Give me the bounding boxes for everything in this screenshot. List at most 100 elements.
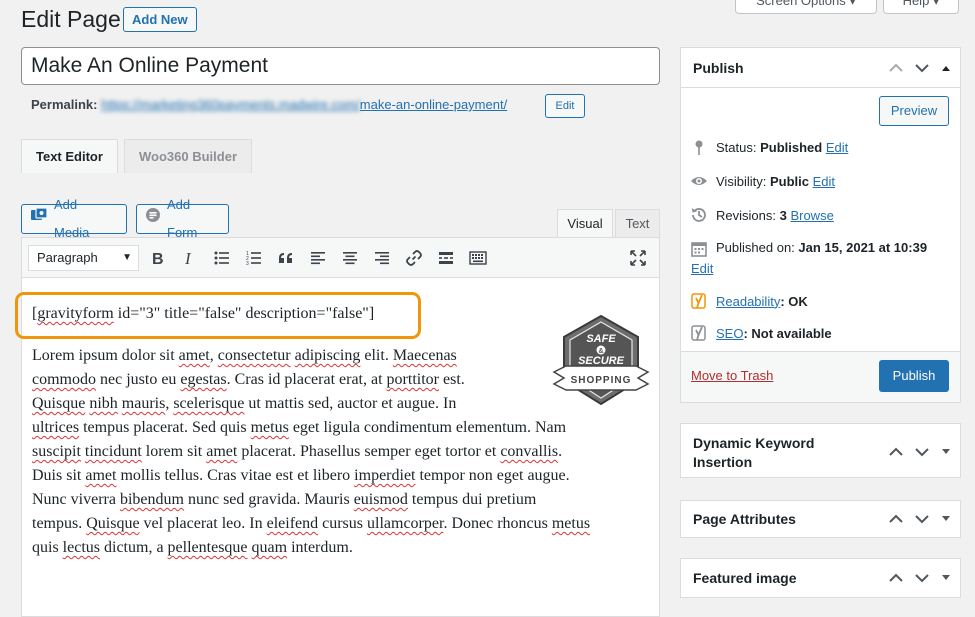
visibility-edit-link[interactable]: Edit (813, 174, 835, 189)
dynamic-keyword-box: Dynamic Keyword Insertion (680, 423, 961, 478)
move-down-icon[interactable] (914, 63, 930, 73)
permalink-row: Permalink: https://marketing360payments.… (31, 97, 507, 112)
spellcheck-word: amet (206, 443, 238, 460)
blockquote-icon[interactable] (276, 248, 296, 268)
spellcheck-word: mauris (121, 395, 166, 412)
numbered-list-icon[interactable]: 123 (244, 248, 264, 268)
screen-options-tab[interactable]: Screen Options ▾ (735, 0, 877, 14)
toggle-panel-down-icon[interactable] (940, 574, 952, 582)
add-form-button[interactable]: Add Form (136, 197, 229, 240)
align-right-icon[interactable] (372, 248, 392, 268)
spellcheck-word: consectetur (217, 347, 291, 364)
toggle-panel-down-icon[interactable] (940, 448, 952, 456)
move-down-icon[interactable] (914, 447, 930, 457)
toggle-panel-down-icon[interactable] (940, 515, 952, 523)
align-left-icon[interactable] (308, 248, 328, 268)
bullet-list-icon[interactable] (212, 248, 232, 268)
visibility-row: Visibility: Public Edit (690, 172, 835, 190)
help-tab[interactable]: Help ▾ (883, 0, 959, 14)
permalink-base-link[interactable]: https://marketing360payments.madwire.com… (101, 97, 360, 112)
move-to-trash-link[interactable]: Move to Trash (691, 368, 773, 383)
yoast-readability-icon (691, 293, 706, 309)
seo-link[interactable]: SEO (716, 326, 743, 341)
editor-content[interactable]: Lorem ipsum dolor sit amet, consectetur … (32, 344, 652, 560)
readability-link[interactable]: Readability (716, 294, 780, 309)
status-edit-link[interactable]: Edit (826, 140, 848, 155)
preview-button[interactable]: Preview (879, 96, 949, 126)
read-more-icon[interactable] (436, 248, 456, 268)
status-value: Published (760, 139, 823, 155)
content-line: Quisque nibh mauris, scelerisque ut matt… (32, 395, 457, 412)
toolbar-toggle-icon[interactable] (468, 248, 488, 268)
content-line: tempus. Quisque vel placerat leo. In ele… (32, 515, 591, 532)
published-on-edit-link[interactable]: Edit (691, 261, 713, 276)
align-center-icon[interactable] (340, 248, 360, 268)
add-new-button[interactable]: Add New (123, 7, 197, 32)
permalink-slug-link[interactable]: make-an-online-payment/ (360, 97, 507, 112)
permalink-edit-button[interactable]: Edit (545, 94, 585, 118)
spellcheck-word: imperdiet (354, 467, 416, 484)
media-icon (30, 205, 48, 233)
move-up-icon[interactable] (888, 447, 904, 457)
move-down-icon[interactable] (914, 514, 930, 524)
spellcheck-word: porttitor (386, 371, 439, 388)
spellcheck-word: convallis (500, 443, 559, 460)
add-media-button[interactable]: Add Media (21, 197, 127, 240)
published-on-row: Published on: Jan 15, 2021 at 10:39 (690, 240, 927, 258)
move-up-icon[interactable] (888, 63, 904, 73)
content-line: ultrices tempus placerat. Sed quis metus… (32, 419, 567, 436)
bold-icon[interactable]: B (148, 248, 168, 268)
tab-woo360-builder[interactable]: Woo360 Builder (124, 139, 253, 173)
tab-visual[interactable]: Visual (557, 209, 613, 237)
spellcheck-word: Maecenas (392, 347, 457, 364)
content-line: Nunc viverra bibendum nunc sed gravida. … (32, 491, 537, 508)
spellcheck-word: suscipit (32, 443, 81, 460)
status-label: Status: (716, 139, 757, 155)
pin-icon (695, 140, 703, 155)
browse-revisions-link[interactable]: Browse (790, 208, 833, 223)
revisions-label: Revisions: (716, 207, 776, 223)
readability-row: Readability: OK (690, 292, 808, 310)
move-up-icon[interactable] (888, 573, 904, 583)
format-select[interactable]: Paragraph ▼ (28, 245, 139, 271)
publish-box-title: Publish (693, 59, 744, 76)
eye-icon (691, 177, 707, 185)
content-line: Lorem ipsum dolor sit amet, consectetur … (32, 347, 457, 364)
italic-icon[interactable]: I (180, 248, 200, 268)
link-icon[interactable] (404, 248, 424, 268)
spellcheck-word: nibh (89, 395, 118, 412)
revisions-value: 3 (779, 207, 787, 223)
dynamic-keyword-handles (888, 424, 952, 479)
spellcheck-word: amet (178, 347, 210, 364)
spellcheck-word: egestas (180, 371, 227, 388)
fullscreen-icon[interactable] (628, 248, 648, 268)
calendar-icon (691, 242, 707, 257)
publish-button[interactable]: Publish (879, 360, 949, 392)
caret-down-icon: ▼ (122, 252, 132, 263)
toggle-panel-up-icon[interactable] (940, 64, 952, 72)
post-title-input[interactable]: Make An Online Payment (21, 47, 660, 85)
tab-text[interactable]: Text (615, 209, 660, 237)
spellcheck-word: euismod (353, 491, 408, 508)
published-on-value: Jan 15, 2021 at 10:39 (798, 240, 928, 255)
spellcheck-word: scelerisque (173, 395, 245, 412)
spellcheck-word: quam (251, 539, 288, 556)
spellcheck-word: adipiscing (294, 347, 361, 364)
seo-row: SEO: Not available (690, 324, 832, 342)
move-down-icon[interactable] (914, 573, 930, 583)
dynamic-keyword-title: Dynamic Keyword Insertion (693, 434, 815, 470)
content-line: commodo nec justo eu egestas. Cras id pl… (32, 371, 465, 388)
spellcheck-word: amet (85, 467, 117, 484)
featured-image-handles (888, 559, 952, 597)
spellcheck-word: tincidunt (84, 443, 142, 460)
spellcheck-word: Quisque (32, 395, 86, 412)
tab-text-editor[interactable]: Text Editor (21, 139, 118, 173)
move-up-icon[interactable] (888, 514, 904, 524)
spellcheck-word: ultrices (32, 419, 80, 436)
visibility-value: Public (769, 173, 809, 189)
shortcode-highlight (15, 292, 421, 339)
svg-text:I: I (184, 250, 192, 266)
published-on-label: Published on: (716, 240, 795, 255)
spellcheck-word: ullamcorper (367, 515, 444, 532)
page-attributes-handles (888, 501, 952, 537)
